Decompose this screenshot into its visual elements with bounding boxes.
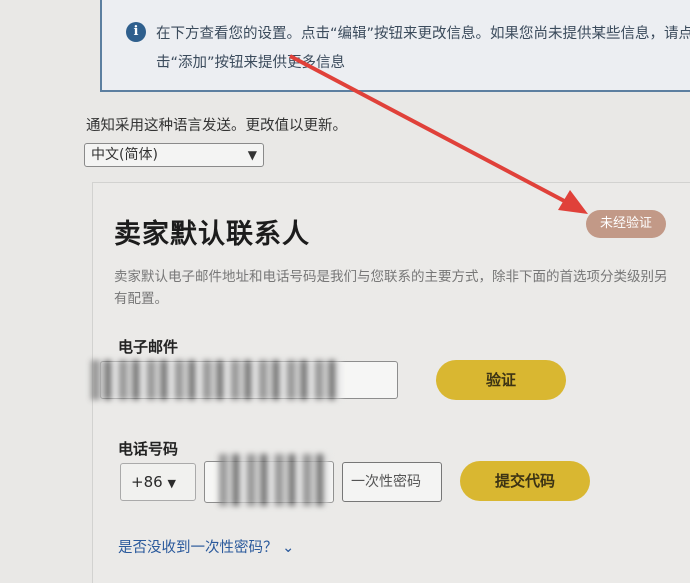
submit-code-button[interactable]: 提交代码 bbox=[460, 461, 590, 501]
language-label: 通知采用这种语言发送。更改值以更新。 bbox=[86, 118, 347, 134]
info-banner: i 在下方查看您的设置。点击“编辑”按钮来更改信息。如果您尚未提供某些信息，请点… bbox=[100, 0, 690, 92]
chevron-down-icon: ▼ bbox=[247, 148, 257, 162]
language-select[interactable]: 中文(简体) ▼ bbox=[84, 143, 264, 167]
verify-email-button[interactable]: 验证 bbox=[436, 360, 566, 400]
chevron-down-icon: ▼ bbox=[167, 477, 176, 490]
country-code-select[interactable]: +86 ▼ bbox=[120, 463, 196, 501]
language-selected-value: 中文(简体) bbox=[91, 147, 158, 163]
phone-number-field[interactable] bbox=[204, 454, 334, 506]
redacted-email-blur bbox=[91, 360, 341, 400]
chevron-down-icon: ⌄ bbox=[282, 540, 295, 556]
status-badge: 未经验证 bbox=[586, 210, 666, 238]
card-description: 卖家默认电子邮件地址和电话号码是我们与您联系的主要方式，除非下面的首选项分类级别… bbox=[114, 269, 668, 307]
info-circle-icon: i bbox=[126, 22, 146, 42]
no-otp-link[interactable]: 是否没收到一次性密码？ ⌄ bbox=[118, 536, 294, 557]
redacted-phone-blur bbox=[219, 454, 329, 506]
info-banner-text: 在下方查看您的设置。点击“编辑”按钮来更改信息。如果您尚未提供某些信息，请点击“… bbox=[156, 26, 690, 71]
card-title: 卖家默认联系人 bbox=[114, 219, 310, 250]
no-otp-link-label: 是否没收到一次性密码？ bbox=[118, 540, 278, 556]
phone-label: 电话号码 bbox=[118, 440, 179, 458]
email-field[interactable] bbox=[91, 360, 398, 400]
email-label: 电子邮件 bbox=[118, 338, 179, 356]
otp-input[interactable]: 一次性密码 bbox=[342, 462, 442, 502]
country-code-value: +86 bbox=[131, 473, 163, 491]
